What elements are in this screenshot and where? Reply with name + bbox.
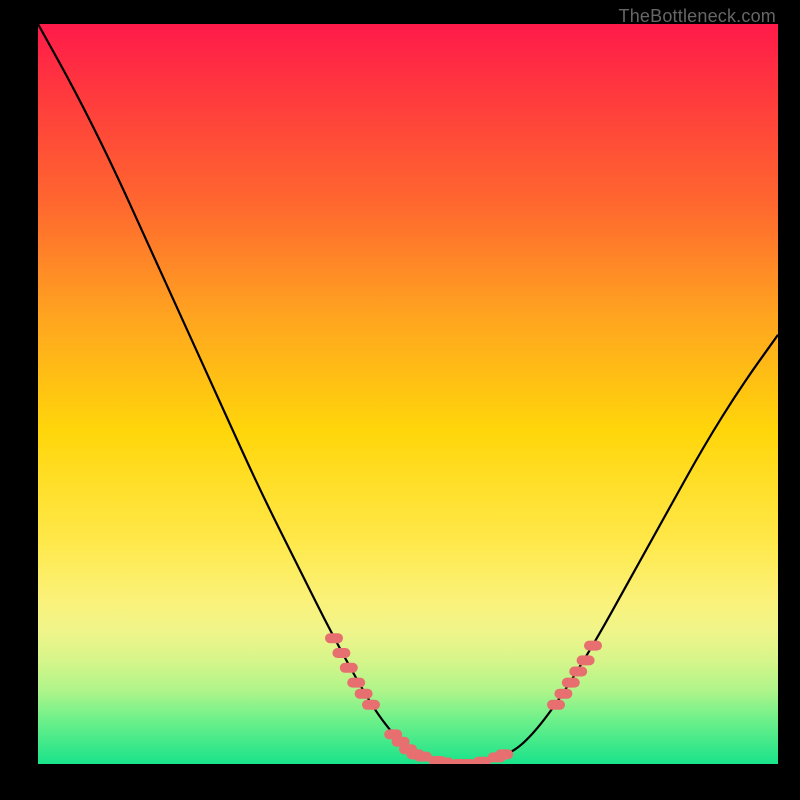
highlighted-points-group xyxy=(325,633,602,764)
bottleneck-curve-path xyxy=(38,24,778,764)
marker-point xyxy=(325,633,343,643)
marker-point xyxy=(569,667,587,677)
marker-point xyxy=(554,689,572,699)
marker-point xyxy=(332,648,350,658)
curve-svg xyxy=(38,24,778,764)
marker-point xyxy=(355,689,373,699)
marker-point xyxy=(562,678,580,688)
marker-point xyxy=(362,700,380,710)
marker-point xyxy=(584,641,602,651)
marker-point xyxy=(547,700,565,710)
marker-point xyxy=(495,749,513,759)
marker-point xyxy=(340,663,358,673)
plot-area xyxy=(38,24,778,764)
chart-container: TheBottleneck.com xyxy=(0,0,800,800)
marker-point xyxy=(347,678,365,688)
marker-point xyxy=(577,655,595,665)
